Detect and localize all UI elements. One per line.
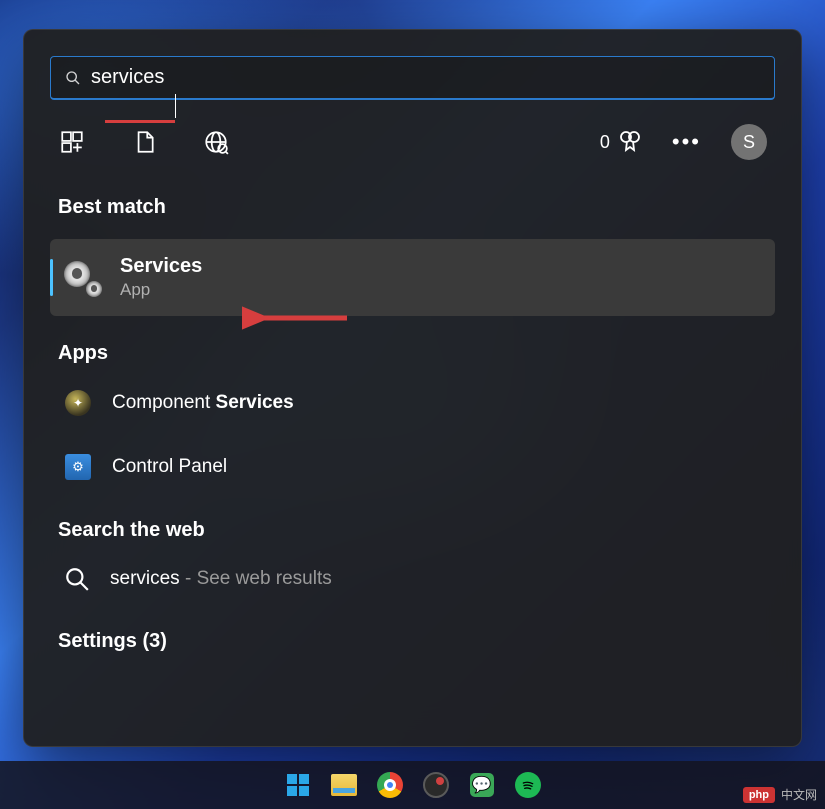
start-menu: 0 ••• S Best match Services App Apps ✦	[23, 29, 802, 747]
chat-icon: 💬	[470, 773, 494, 797]
search-box[interactable]	[50, 56, 775, 100]
services-app-icon	[64, 259, 102, 297]
text-cursor	[175, 94, 176, 118]
taskbar-file-explorer[interactable]	[329, 770, 359, 800]
web-filter-icon[interactable]	[202, 128, 230, 156]
start-button[interactable]	[283, 770, 313, 800]
spotify-icon	[515, 772, 541, 798]
rewards-indicator[interactable]: 0	[600, 130, 642, 154]
windows-logo-icon	[287, 774, 309, 796]
section-settings: Settings (3)	[58, 630, 775, 653]
watermark-badge: php	[743, 787, 775, 803]
taskbar: 💬	[0, 761, 825, 809]
app-result-component-services[interactable]: ✦ Component Services	[50, 377, 775, 429]
watermark: php 中文网	[743, 786, 817, 803]
circle-app-icon	[423, 772, 449, 798]
result-subtitle: App	[120, 280, 202, 300]
taskbar-spotify[interactable]	[513, 770, 543, 800]
section-web: Search the web	[58, 519, 775, 542]
app-result-label: Control Panel	[112, 456, 227, 478]
avatar[interactable]: S	[731, 124, 767, 160]
section-apps: Apps	[58, 342, 775, 365]
more-options-icon[interactable]: •••	[672, 129, 701, 155]
medal-icon	[618, 130, 642, 154]
result-title: Services	[120, 255, 202, 278]
app-result-control-panel[interactable]: ⚙ Control Panel	[50, 441, 775, 493]
filter-row: 0 ••• S	[50, 124, 775, 160]
app-result-label: Component Services	[112, 392, 294, 414]
taskbar-app-4[interactable]	[421, 770, 451, 800]
web-result-label: services - See web results	[110, 568, 332, 590]
chrome-icon	[377, 772, 403, 798]
rewards-count: 0	[600, 132, 610, 153]
section-best-match: Best match	[58, 196, 775, 219]
taskbar-chrome[interactable]	[375, 770, 405, 800]
documents-filter-icon[interactable]	[130, 128, 158, 156]
file-explorer-icon	[331, 774, 357, 796]
apps-filter-icon[interactable]	[58, 128, 86, 156]
avatar-initial: S	[743, 132, 755, 153]
component-services-icon: ✦	[64, 389, 92, 417]
annotation-underline	[105, 120, 175, 123]
search-icon	[64, 566, 90, 592]
best-match-result[interactable]: Services App	[50, 239, 775, 316]
web-result[interactable]: services - See web results	[50, 554, 775, 604]
control-panel-icon: ⚙	[64, 453, 92, 481]
watermark-text: 中文网	[781, 786, 817, 803]
search-input[interactable]	[91, 66, 760, 89]
taskbar-chat[interactable]: 💬	[467, 770, 497, 800]
search-icon	[65, 70, 81, 86]
